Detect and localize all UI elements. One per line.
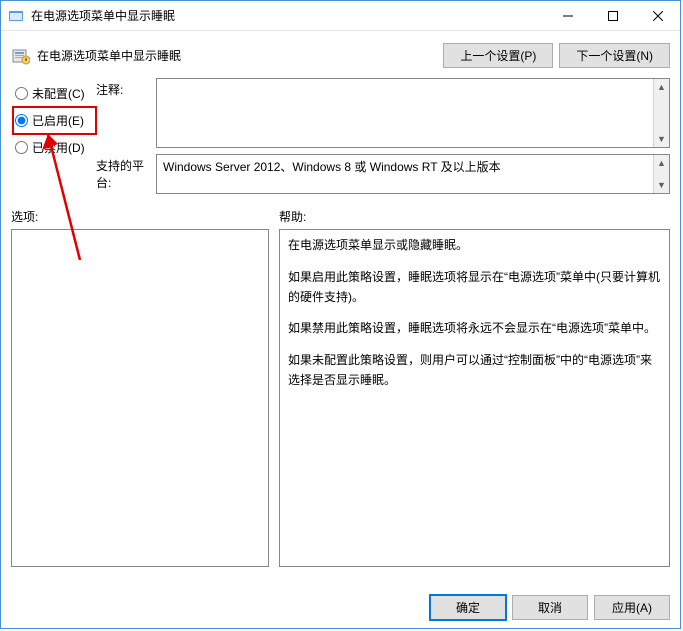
- help-paragraph: 如果未配置此策略设置，则用户可以通过“控制面板”中的“电源选项”来选择是否显示睡…: [288, 351, 661, 391]
- policy-icon: [11, 46, 31, 66]
- radio-enabled-label: 已启用(E): [32, 112, 84, 129]
- cancel-button[interactable]: 取消: [512, 595, 588, 620]
- options-label: 选项:: [11, 208, 269, 225]
- next-setting-button[interactable]: 下一个设置(N): [559, 43, 670, 68]
- radio-enabled-input[interactable]: [15, 114, 28, 127]
- radio-disabled[interactable]: 已禁用(D): [13, 134, 96, 161]
- help-label: 帮助:: [279, 208, 670, 225]
- platform-label: 支持的平台:: [96, 154, 156, 191]
- radio-disabled-label: 已禁用(D): [32, 139, 85, 156]
- comment-scrollbar[interactable]: ▲ ▼: [653, 79, 669, 147]
- options-pane: [11, 229, 269, 567]
- help-pane: 在电源选项菜单显示或隐藏睡眠。 如果启用此策略设置，睡眠选项将显示在“电源选项”…: [279, 229, 670, 567]
- minimize-button[interactable]: [545, 1, 590, 30]
- footer-buttons: 确定 取消 应用(A): [430, 595, 670, 620]
- policy-title: 在电源选项菜单中显示睡眠: [37, 47, 181, 64]
- platform-value: Windows Server 2012、Windows 8 或 Windows …: [163, 160, 501, 174]
- scroll-up-icon[interactable]: ▲: [654, 155, 669, 171]
- window-icon: [7, 7, 25, 25]
- header-row: 在电源选项菜单中显示睡眠 上一个设置(P) 下一个设置(N): [1, 31, 680, 78]
- prev-setting-button[interactable]: 上一个设置(P): [443, 43, 553, 68]
- apply-button[interactable]: 应用(A): [594, 595, 670, 620]
- radio-not-configured[interactable]: 未配置(C): [13, 80, 96, 107]
- radio-disabled-input[interactable]: [15, 141, 28, 154]
- radio-enabled[interactable]: 已启用(E): [13, 107, 96, 134]
- title-bar: 在电源选项菜单中显示睡眠: [1, 1, 680, 31]
- window-title: 在电源选项菜单中显示睡眠: [31, 7, 545, 24]
- help-paragraph: 在电源选项菜单显示或隐藏睡眠。: [288, 236, 661, 256]
- scroll-down-icon[interactable]: ▼: [654, 177, 669, 193]
- ok-button[interactable]: 确定: [430, 595, 506, 620]
- comment-label: 注释:: [96, 78, 156, 98]
- close-button[interactable]: [635, 1, 680, 30]
- maximize-button[interactable]: [590, 1, 635, 30]
- help-paragraph: 如果禁用此策略设置，睡眠选项将永远不会显示在“电源选项”菜单中。: [288, 319, 661, 339]
- platform-scrollbar[interactable]: ▲ ▼: [653, 155, 669, 193]
- state-radio-group: 未配置(C) 已启用(E) 已禁用(D): [11, 78, 96, 200]
- scroll-down-icon[interactable]: ▼: [654, 131, 669, 147]
- comment-textarea[interactable]: ▲ ▼: [156, 78, 670, 148]
- radio-not-configured-input[interactable]: [15, 87, 28, 100]
- platform-box: Windows Server 2012、Windows 8 或 Windows …: [156, 154, 670, 194]
- scroll-up-icon[interactable]: ▲: [654, 79, 669, 95]
- help-paragraph: 如果启用此策略设置，睡眠选项将显示在“电源选项”菜单中(只要计算机的硬件支持)。: [288, 268, 661, 308]
- radio-not-configured-label: 未配置(C): [32, 85, 85, 102]
